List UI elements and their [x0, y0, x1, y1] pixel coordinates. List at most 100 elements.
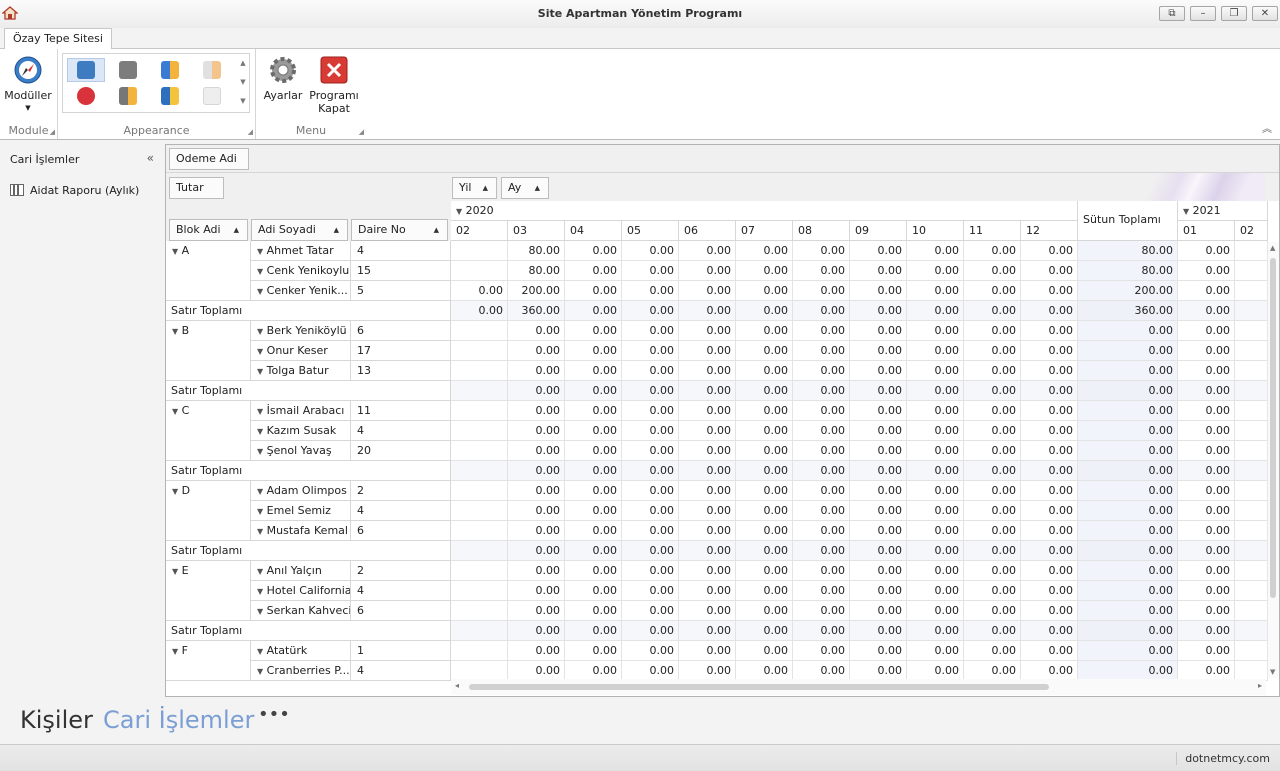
grand-total-cell[interactable]: 80.00 — [1078, 241, 1178, 261]
data-cell[interactable] — [451, 261, 508, 281]
data-cell[interactable]: 0.00 — [508, 461, 565, 481]
data-cell[interactable]: 0.00 — [736, 441, 793, 461]
data-cell[interactable]: 0.00 — [793, 601, 850, 621]
data-cell[interactable] — [451, 381, 508, 401]
data-cell[interactable]: 0.00 — [793, 521, 850, 541]
data-cell[interactable]: 0.00 — [964, 301, 1021, 321]
data-cell[interactable]: 0.00 — [679, 661, 736, 681]
resident-header[interactable]: ▼ Atatürk — [251, 641, 351, 661]
collapse-ribbon-icon[interactable]: ︽ — [1262, 120, 1272, 135]
month-header[interactable]: 07 — [736, 221, 793, 241]
block-header[interactable]: ▼ D — [166, 481, 251, 541]
data-cell[interactable]: 0.00 — [622, 301, 679, 321]
data-cell[interactable]: 0.00 — [736, 621, 793, 641]
data-cell[interactable] — [451, 441, 508, 461]
data-cell[interactable]: 0.00 — [679, 541, 736, 561]
data-cell[interactable]: 0.00 — [793, 501, 850, 521]
data-cell[interactable]: 0.00 — [622, 541, 679, 561]
collapse-icon[interactable]: ▼ — [257, 267, 263, 276]
skin-red-icon[interactable] — [77, 87, 95, 105]
data-cell[interactable]: 0.00 — [565, 641, 622, 661]
data-cell[interactable]: 0.00 — [622, 641, 679, 661]
data-cell[interactable]: 0.00 — [1178, 621, 1235, 641]
grand-total-cell[interactable]: 0.00 — [1078, 641, 1178, 661]
data-cell[interactable]: 0.00 — [736, 241, 793, 261]
resident-header[interactable]: ▼ Cenk Yenikoylu — [251, 261, 351, 281]
data-cell[interactable]: 0.00 — [1178, 581, 1235, 601]
data-cell[interactable]: 0.00 — [964, 381, 1021, 401]
data-cell[interactable]: 0.00 — [850, 281, 907, 301]
data-cell[interactable]: 0.00 — [850, 541, 907, 561]
data-cell[interactable]: 0.00 — [850, 301, 907, 321]
data-cell[interactable] — [451, 501, 508, 521]
data-cell[interactable]: 200.00 — [508, 281, 565, 301]
data-cell[interactable]: 0.00 — [1178, 501, 1235, 521]
data-cell[interactable]: 0.00 — [1178, 461, 1235, 481]
data-cell[interactable]: 0.00 — [565, 621, 622, 641]
data-cell[interactable]: 0.00 — [1178, 601, 1235, 621]
data-cell[interactable]: 0.00 — [622, 481, 679, 501]
data-cell[interactable]: 0.00 — [793, 481, 850, 501]
collapse-icon[interactable]: ▼ — [456, 207, 462, 216]
data-cell[interactable]: 0.00 — [850, 501, 907, 521]
resident-header[interactable]: ▼ Berk Yeniköylü — [251, 321, 351, 341]
resident-header[interactable]: ▼ Cenker Yenik... — [251, 281, 351, 301]
data-cell[interactable] — [451, 641, 508, 661]
data-cell[interactable] — [1235, 321, 1268, 341]
data-cell[interactable]: 0.00 — [736, 581, 793, 601]
group-expand-icon[interactable]: ◢ — [50, 128, 55, 136]
row-field-adi-soyadi[interactable]: Adi Soyadi ▲ — [251, 219, 348, 241]
data-cell[interactable] — [451, 321, 508, 341]
data-cell[interactable]: 0.00 — [907, 241, 964, 261]
data-cell[interactable]: 0.00 — [907, 461, 964, 481]
data-cell[interactable]: 0.00 — [793, 461, 850, 481]
data-cell[interactable]: 360.00 — [508, 301, 565, 321]
data-cell[interactable]: 0.00 — [964, 461, 1021, 481]
block-header[interactable]: ▼ F — [166, 641, 251, 681]
year-header-2021[interactable]: ▼ 2021 — [1178, 201, 1268, 221]
data-cell[interactable]: 0.00 — [850, 561, 907, 581]
close-icon[interactable]: ✕ — [1252, 6, 1278, 21]
data-cell[interactable] — [1235, 241, 1268, 261]
data-cell[interactable]: 0.00 — [736, 261, 793, 281]
data-cell[interactable]: 0.00 — [1178, 321, 1235, 341]
data-cell[interactable]: 0.00 — [964, 321, 1021, 341]
grand-total-cell[interactable]: 80.00 — [1078, 261, 1178, 281]
data-cell[interactable]: 0.00 — [850, 261, 907, 281]
data-cell[interactable]: 0.00 — [1021, 481, 1078, 501]
data-cell[interactable]: 0.00 — [850, 461, 907, 481]
data-cell[interactable]: 0.00 — [964, 641, 1021, 661]
data-cell[interactable]: 0.00 — [907, 301, 964, 321]
data-cell[interactable]: 0.00 — [1021, 501, 1078, 521]
grand-total-cell[interactable]: 360.00 — [1078, 301, 1178, 321]
data-cell[interactable]: 0.00 — [508, 321, 565, 341]
data-cell[interactable]: 0.00 — [1021, 441, 1078, 461]
data-cell[interactable]: 0.00 — [850, 601, 907, 621]
grand-total-cell[interactable]: 0.00 — [1078, 361, 1178, 381]
data-cell[interactable]: 0.00 — [793, 621, 850, 641]
data-cell[interactable]: 0.00 — [907, 281, 964, 301]
resident-header[interactable]: ▼ Ahmet Tatar — [251, 241, 351, 261]
grand-total-cell[interactable]: 0.00 — [1078, 501, 1178, 521]
collapse-icon[interactable]: ▼ — [257, 487, 263, 496]
data-cell[interactable]: 0.00 — [565, 401, 622, 421]
data-cell[interactable]: 0.00 — [508, 541, 565, 561]
data-cell[interactable]: 0.00 — [508, 661, 565, 681]
data-cell[interactable] — [1235, 261, 1268, 281]
data-cell[interactable]: 0.00 — [964, 341, 1021, 361]
data-cell[interactable]: 0.00 — [565, 361, 622, 381]
vertical-scroll-thumb[interactable] — [1270, 258, 1276, 598]
collapse-icon[interactable]: ▼ — [257, 327, 263, 336]
nav-kisiler[interactable]: Kişiler — [20, 706, 93, 734]
gallery-up-icon[interactable]: ▲ — [237, 54, 249, 73]
data-cell[interactable]: 0.00 — [850, 321, 907, 341]
data-cell[interactable]: 0.00 — [1021, 301, 1078, 321]
col-field-yil[interactable]: Yil ▲ — [452, 177, 497, 199]
group-expand-icon[interactable]: ◢ — [359, 128, 364, 136]
data-cell[interactable]: 0.00 — [1178, 521, 1235, 541]
data-cell[interactable]: 0.00 — [964, 441, 1021, 461]
grand-total-cell[interactable]: 0.00 — [1078, 601, 1178, 621]
grand-total-cell[interactable]: 0.00 — [1078, 541, 1178, 561]
data-cell[interactable]: 0.00 — [1178, 481, 1235, 501]
data-cell[interactable]: 0.00 — [679, 301, 736, 321]
